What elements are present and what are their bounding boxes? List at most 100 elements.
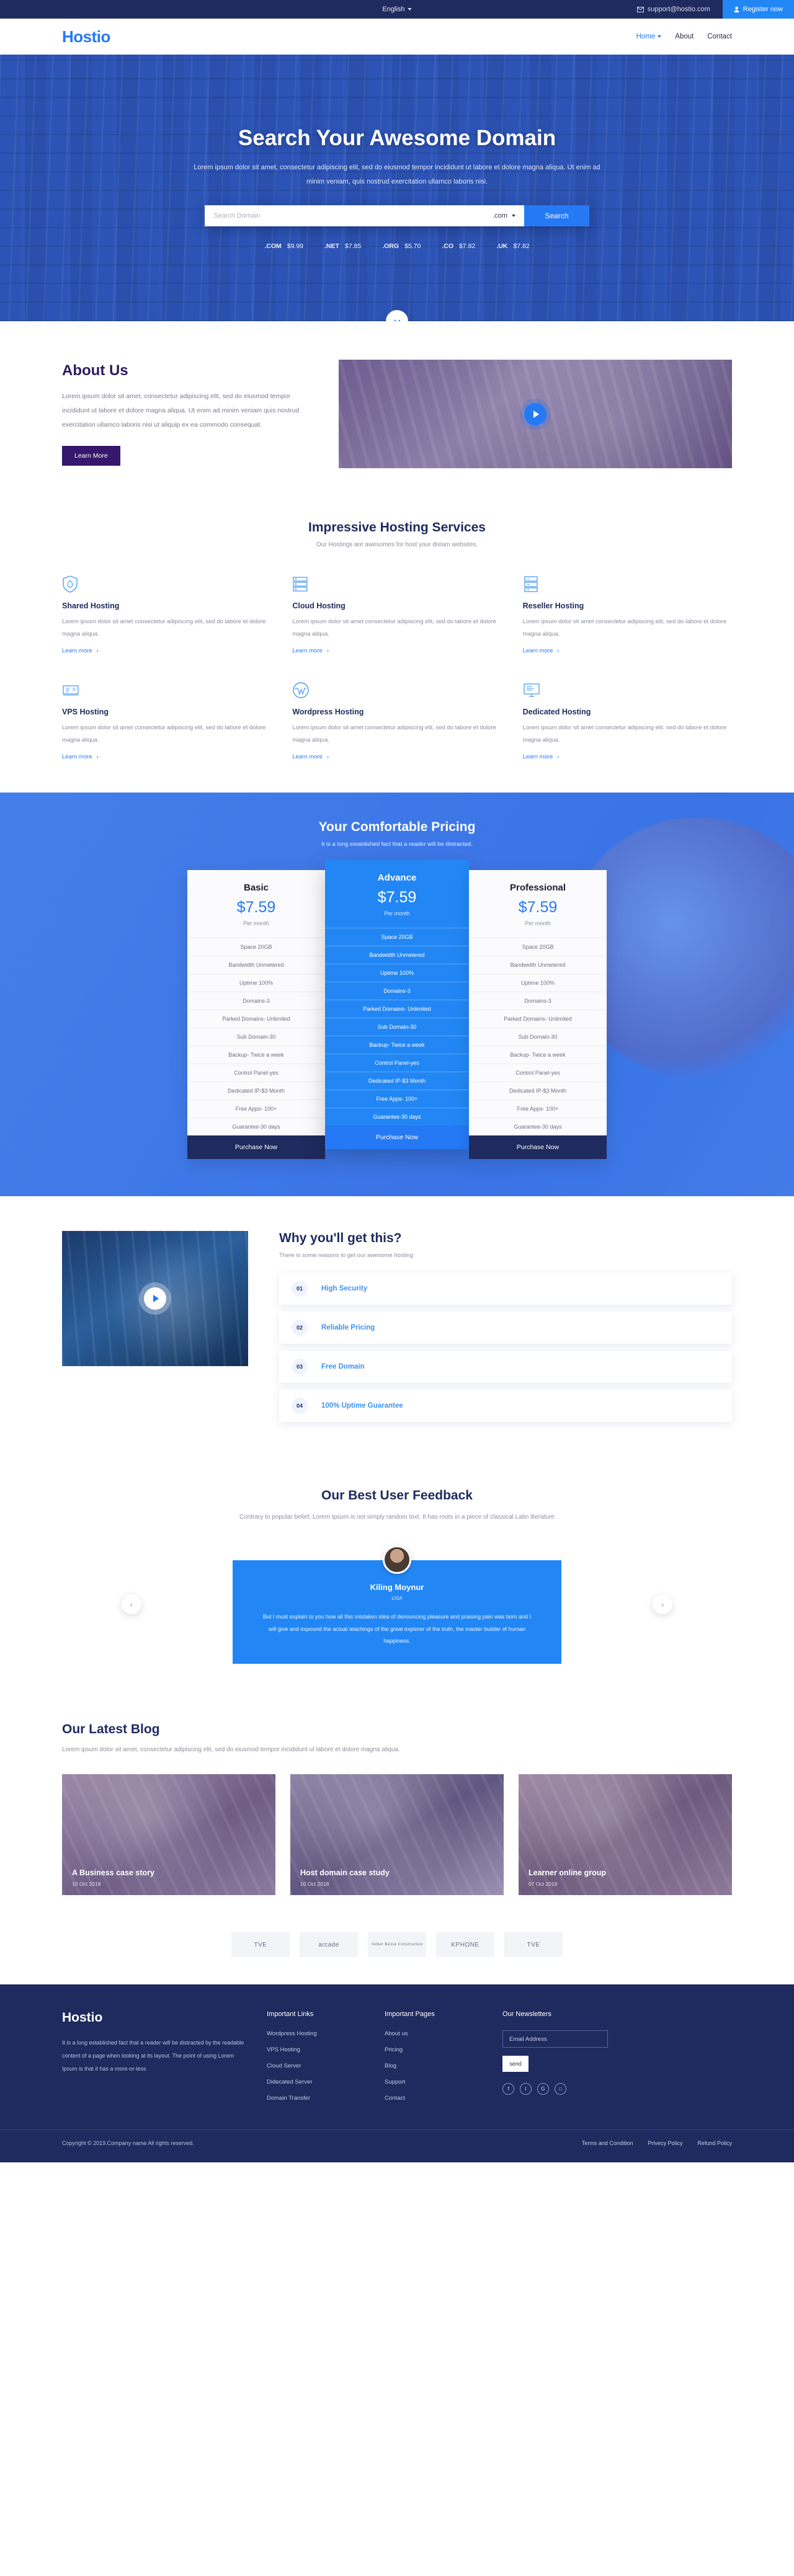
service-desc: Lorem ipsum dolor sit amet consectetur a… (522, 618, 727, 637)
nav-item-about[interactable]: About (675, 33, 694, 40)
why-section: Why you'll get this? There is some reaso… (0, 1196, 794, 1460)
plan-price: $7.59 (518, 898, 558, 916)
legal-link-terms[interactable]: Terms and Condition (582, 2140, 633, 2146)
plan-feature: Uptime 100% (325, 963, 469, 982)
plan-feature: Guarantee-30 days (325, 1107, 469, 1126)
top-bar-right: support@hostio.com Register now (625, 0, 794, 19)
service-learn-more-link[interactable]: Learn more › (62, 753, 271, 760)
feedback-title: Our Best User Feedback (321, 1488, 473, 1503)
domain-search-input[interactable] (213, 212, 493, 220)
pricing-subtitle: It is a long established fact that a rea… (321, 840, 473, 848)
twitter-icon[interactable]: t (520, 2083, 532, 2095)
footer-link-blog[interactable]: Blog (385, 2063, 484, 2069)
legal-link-privacy[interactable]: Privecy Policy (648, 2140, 682, 2146)
plan-feature: Guarantee-30 days (187, 1117, 325, 1135)
purchase-button[interactable]: Purchase Now (469, 1135, 607, 1159)
purchase-button[interactable]: Purchase Now (187, 1135, 325, 1159)
service-desc: Lorem ipsum dolor sit amet consectetur a… (62, 724, 266, 744)
footer-link-dedicated-server[interactable]: Didecated Server (267, 2079, 366, 2085)
footer-link-wordpress-hosting[interactable]: Wordpress Hosting (267, 2030, 366, 2037)
learn-more-label: Learn more (62, 647, 92, 654)
why-item-high-security[interactable]: 01 High Security (279, 1272, 732, 1305)
carousel-prev-button[interactable]: ‹ (122, 1594, 141, 1615)
legal-link-refund[interactable]: Refund Policy (697, 2140, 732, 2146)
footer-link-vps-hosting[interactable]: VPS Hosting (267, 2046, 366, 2053)
plan-feature: Uptime 100% (187, 973, 325, 992)
about-text: About Us Lorem ipsum dolor sit amet, con… (62, 362, 304, 466)
tld-price: $5.70 (404, 242, 421, 251)
domain-search-field: .com (205, 205, 524, 227)
blog-card[interactable]: A Business case story 10 Oct 2018 (62, 1774, 275, 1896)
service-learn-more-link[interactable]: Learn more › (523, 647, 732, 654)
carousel-next-button[interactable]: › (653, 1594, 672, 1615)
nav-item-home[interactable]: Home (636, 33, 662, 40)
blog-card[interactable]: Host domain case study 10 Oct 2018 (290, 1774, 504, 1896)
service-desc: Lorem ipsum dolor sit amet consectetur a… (292, 618, 496, 637)
social-links: f t G □ (502, 2083, 614, 2095)
service-learn-more-link[interactable]: Learn more › (292, 647, 501, 654)
chevron-down-icon (393, 319, 401, 321)
service-desc: Lorem ipsum dolor sit amet consectetur a… (292, 724, 496, 744)
user-icon (734, 6, 739, 12)
register-button[interactable]: Register now (722, 0, 794, 19)
service-card-wordpress-hosting[interactable]: Wordpress Hosting Lorem ipsum dolor sit … (292, 682, 501, 760)
support-email[interactable]: support@hostio.com (625, 0, 723, 19)
service-title: Wordpress Hosting (292, 707, 364, 716)
why-item-free-domain[interactable]: 03 Free Domain (279, 1350, 732, 1383)
hero-section: Search Your Awesome Domain Lorem ipsum d… (0, 55, 794, 321)
why-item-label: Free Domain (321, 1362, 365, 1370)
plan-features: Space 20GB Bandwidth Unmetered Uptime 10… (325, 927, 469, 1126)
service-card-shared-hosting[interactable]: Shared Hosting Lorem ipsum dolor sit ame… (62, 575, 271, 654)
tld-select[interactable]: .com (493, 212, 515, 220)
plan-feature: Sub Domain-30 (469, 1027, 607, 1046)
footer-link-pricing[interactable]: Pricing (385, 2046, 484, 2053)
footer-link-contact[interactable]: Contact (385, 2095, 484, 2102)
service-learn-more-link[interactable]: Learn more › (523, 753, 732, 760)
nav-item-home-label: Home (636, 33, 656, 40)
services-section: Impressive Hosting Services Our Hostings… (0, 499, 794, 793)
plan-feature: Space 20GB (187, 937, 325, 956)
plan-feature: Sub Domain-30 (187, 1027, 325, 1046)
footer-link-cloud-server[interactable]: Cloud Server (267, 2063, 366, 2069)
chevron-down-icon (408, 8, 412, 11)
service-card-reseller-hosting[interactable]: Reseller Hosting Lorem ipsum dolor sit a… (523, 575, 732, 654)
blog-card[interactable]: Learner online group 07 Oct 2018 (519, 1774, 732, 1896)
why-item-uptime-guarantee[interactable]: 04 100% Uptime Guarantee (279, 1389, 732, 1422)
purchase-button[interactable]: Purchase Now (325, 1125, 469, 1149)
service-learn-more-link[interactable]: Learn more › (292, 753, 501, 760)
service-card-cloud-hosting[interactable]: Cloud Hosting Lorem ipsum dolor sit amet… (292, 575, 501, 654)
instagram-icon[interactable]: □ (555, 2083, 566, 2095)
play-button[interactable] (144, 1287, 166, 1310)
nav-item-contact[interactable]: Contact (707, 33, 732, 40)
service-card-dedicated-hosting[interactable]: Dedicated Hosting Lorem ipsum dolor sit … (523, 682, 732, 760)
tld-price-item: .UK $7.82 (496, 242, 529, 250)
service-learn-more-link[interactable]: Learn more › (62, 647, 271, 654)
footer-logo: Hostio (62, 2010, 103, 2025)
why-item-reliable-pricing[interactable]: 02 Reliable Pricing (279, 1311, 732, 1344)
newsletter-email-input[interactable] (502, 2030, 608, 2048)
language-selector[interactable]: English (382, 6, 412, 13)
plan-feature: Free Apps- 100+ (469, 1099, 607, 1117)
pricing-header: Your Comfortable Pricing It is a long es… (0, 820, 794, 848)
google-icon[interactable]: G (537, 2083, 549, 2095)
server-rack-icon (292, 575, 501, 593)
site-logo[interactable]: Hostio (62, 27, 110, 47)
why-subtitle: There is some reasons to get our awesome… (279, 1251, 413, 1259)
footer-link-domain-transfer[interactable]: Domain Transfer (267, 2095, 366, 2102)
facebook-icon[interactable]: f (502, 2083, 514, 2095)
newsletter-send-button[interactable]: send (502, 2056, 529, 2072)
footer-link-support[interactable]: Support (385, 2079, 484, 2085)
learn-more-button[interactable]: Learn More (62, 446, 120, 466)
about-image (339, 360, 732, 468)
service-card-vps-hosting[interactable]: VPS Hosting Lorem ipsum dolor sit amet c… (62, 682, 271, 760)
search-button[interactable]: Search (524, 205, 589, 227)
scroll-down-button[interactable] (386, 310, 408, 321)
pricing-section: Your Comfortable Pricing It is a long es… (0, 793, 794, 1196)
services-subtitle: Our Hostings are awesomes for host your … (316, 541, 478, 548)
footer-link-about-us[interactable]: About us (385, 2030, 484, 2037)
plan-feature: Uptime 100% (469, 973, 607, 992)
play-button[interactable] (524, 402, 546, 425)
feedback-subtitle: Contrary to popular belief, Lorem Ipsum … (239, 1513, 555, 1521)
learn-more-label: Learn more (292, 647, 323, 654)
service-title: Dedicated Hosting (522, 707, 591, 716)
